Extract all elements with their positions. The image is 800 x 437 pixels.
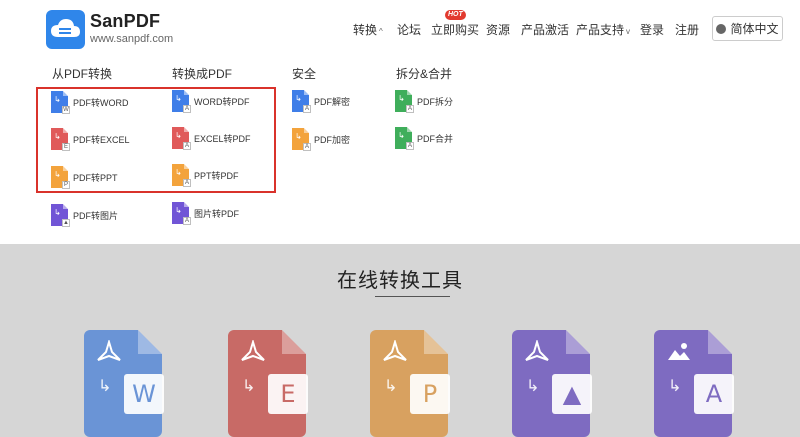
nav-login[interactable]: 登录 (640, 21, 664, 39)
menu-item-pdf-encrypt[interactable]: ↳ A PDF加密 (292, 126, 350, 152)
highlight-rectangle (36, 87, 276, 193)
pdf-merge-icon: ↳ A (395, 127, 414, 150)
nav-convert[interactable]: 转换 ^ (353, 21, 383, 39)
pdf-encrypt-icon: ↳ A (292, 128, 311, 151)
hot-badge: HOT (445, 10, 466, 20)
acrobat-icon (383, 340, 407, 361)
tool-card-pdf-to-word[interactable]: ↳ W (84, 330, 166, 437)
pdf-split-icon: ↳ A (395, 90, 414, 113)
tool-card-image-to-pdf[interactable]: ↳ A (654, 330, 736, 437)
nav-resources[interactable]: 资源 (486, 21, 510, 39)
nav-activate[interactable]: 产品激活 (521, 21, 569, 39)
menu-item-image-to-pdf[interactable]: ↳ A 图片转PDF (172, 200, 239, 226)
chevron-up-icon: ^ (379, 27, 383, 36)
tool-card-pdf-to-ppt[interactable]: ↳ P (370, 330, 452, 437)
nav-register[interactable]: 注册 (675, 21, 699, 39)
column-from-pdf-title: 从PDF转换 (52, 67, 113, 81)
column-to-pdf-title: 转换成PDF (172, 67, 233, 81)
menu-item-pdf-decrypt[interactable]: ↳ A PDF解密 (292, 88, 350, 114)
mountain-image-icon (668, 343, 690, 360)
site-url: www.sanpdf.com (90, 33, 174, 45)
title-underline (375, 296, 450, 297)
menu-item-pdf-to-image[interactable]: ↳ ▲ PDF转图片 (51, 202, 118, 228)
nav-buy-now[interactable]: 立即购买 (431, 21, 479, 39)
nav-support[interactable]: 产品支持 v (576, 21, 630, 39)
convert-dropdown-menu: 从PDF转换 转换成PDF 安全 拆分&合并 ↳ W PDF转WORD ↳ E PD… (0, 58, 800, 244)
chevron-down-icon: v (626, 27, 631, 36)
language-label: 简体中文 (730, 22, 779, 36)
tool-card-pdf-to-image[interactable]: ↳ ▲ (512, 330, 594, 437)
brand-name[interactable]: SanPDF (90, 11, 160, 32)
acrobat-icon (97, 340, 121, 361)
pdf-decrypt-icon: ↳ A (292, 90, 311, 113)
site-header: SanPDF www.sanpdf.com 转换 ^ 论坛 HOT 立即购买 资源… (0, 0, 800, 58)
nav-forum[interactable]: 论坛 (397, 21, 421, 39)
tool-card-pdf-to-excel[interactable]: ↳ E (228, 330, 310, 437)
image-to-pdf-icon: ↳ A (172, 202, 191, 225)
language-selector[interactable]: 简体中文 (712, 16, 783, 41)
column-security-title: 安全 (292, 67, 317, 81)
acrobat-icon (525, 340, 549, 361)
menu-item-pdf-split[interactable]: ↳ A PDF拆分 (395, 88, 453, 114)
menu-item-pdf-merge[interactable]: ↳ A PDF合并 (395, 125, 453, 151)
column-split-merge-title: 拆分&合并 (396, 67, 453, 81)
logo-cloud-icon[interactable] (46, 10, 85, 49)
pdf-to-image-icon: ↳ ▲ (51, 204, 70, 227)
globe-icon (716, 23, 727, 34)
section-title: 在线转换工具 (337, 270, 463, 292)
acrobat-icon (241, 340, 265, 361)
